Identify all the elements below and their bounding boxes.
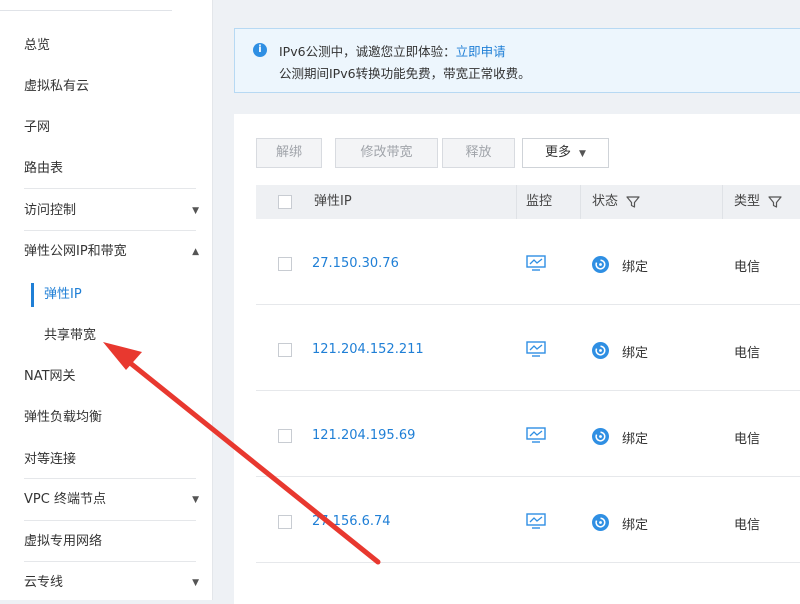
sidebar-divider bbox=[24, 188, 196, 189]
filter-icon[interactable] bbox=[626, 195, 640, 209]
sidebar-divider bbox=[24, 478, 196, 479]
filter-icon[interactable] bbox=[768, 195, 782, 209]
eip-address-link[interactable]: 121.204.152.211 bbox=[312, 342, 424, 357]
notice-line-1: IPv6公测中，诚邀您立即体验：立即申请 bbox=[279, 41, 506, 60]
eip-address-link[interactable]: 121.204.195.69 bbox=[312, 428, 415, 443]
sidebar-item-vpc[interactable]: 虚拟私有云 bbox=[24, 77, 199, 97]
sidebar-item-nat-gateway[interactable]: NAT网关 bbox=[24, 367, 199, 387]
sidebar-item-direct-connect[interactable]: 云专线 ▼ bbox=[24, 573, 199, 593]
table-row: 27.150.30.76 绑定 电信 bbox=[256, 218, 800, 305]
main-content: i IPv6公测中，诚邀您立即体验：立即申请 公测期间IPv6转换功能免费，带宽… bbox=[212, 0, 800, 604]
sidebar-item-label: 虚拟专用网络 bbox=[24, 534, 103, 549]
ipv6-notice-banner: i IPv6公测中，诚邀您立即体验：立即申请 公测期间IPv6转换功能免费，带宽… bbox=[234, 28, 800, 93]
table-header: 弹性IP 监控 状态 类型 bbox=[256, 185, 800, 219]
eip-address-link[interactable]: 27.150.30.76 bbox=[312, 256, 399, 271]
info-icon: i bbox=[253, 43, 267, 57]
sidebar-item-label: 对等连接 bbox=[24, 452, 77, 467]
monitor-icon[interactable] bbox=[526, 255, 546, 272]
status-text: 绑定 bbox=[622, 346, 649, 361]
chevron-down-icon: ▼ bbox=[192, 578, 199, 588]
sidebar-item-label: NAT网关 bbox=[24, 369, 76, 384]
sidebar-divider bbox=[24, 230, 196, 231]
sidebar-item-subnet[interactable]: 子网 bbox=[24, 118, 199, 138]
row-checkbox[interactable] bbox=[278, 257, 292, 271]
sidebar-divider bbox=[24, 520, 196, 521]
sidebar-active-indicator bbox=[31, 283, 34, 307]
sidebar-item-label: 子网 bbox=[24, 120, 51, 135]
header-type-label: 类型 bbox=[734, 194, 761, 209]
status-text: 绑定 bbox=[622, 432, 649, 447]
sidebar-item-access-control[interactable]: 访问控制 ▼ bbox=[24, 201, 199, 221]
release-button[interactable]: 释放 bbox=[442, 138, 515, 168]
sidebar-item-label: 虚拟私有云 bbox=[24, 79, 90, 94]
header-separator bbox=[580, 185, 581, 219]
type-text: 电信 bbox=[734, 260, 761, 275]
monitor-icon[interactable] bbox=[526, 427, 546, 444]
table-row: 121.204.195.69 绑定 电信 bbox=[256, 390, 800, 477]
chevron-up-icon: ▲ bbox=[192, 247, 199, 257]
sidebar-item-label: 云专线 bbox=[24, 575, 64, 590]
modify-bandwidth-button[interactable]: 修改带宽 bbox=[335, 138, 438, 168]
row-checkbox[interactable] bbox=[278, 515, 292, 529]
header-type: 类型 bbox=[734, 185, 782, 219]
bind-status-icon bbox=[592, 342, 609, 359]
eip-list-panel: 解绑 修改带宽 释放 更多 ▼ 弹性IP 监控 状态 类型 27.150.30.7… bbox=[234, 114, 800, 604]
more-dropdown-button[interactable]: 更多 ▼ bbox=[522, 138, 609, 168]
header-status: 状态 bbox=[592, 185, 640, 219]
sidebar-item-vpn[interactable]: 虚拟专用网络 bbox=[24, 532, 199, 552]
table-row: 121.204.152.211 绑定 电信 bbox=[256, 304, 800, 391]
header-status-label: 状态 bbox=[592, 194, 619, 209]
chevron-down-icon: ▼ bbox=[579, 149, 586, 159]
sidebar-item-label: 路由表 bbox=[24, 161, 64, 176]
notice-line-2: 公测期间IPv6转换功能免费，带宽正常收费。 bbox=[279, 66, 531, 81]
eip-address-link[interactable]: 27.156.6.74 bbox=[312, 514, 391, 529]
select-all-checkbox[interactable] bbox=[278, 195, 292, 209]
sidebar-subitem-eip[interactable]: 弹性IP bbox=[44, 285, 82, 305]
sidebar-item-eip-bandwidth[interactable]: 弹性公网IP和带宽 ▲ bbox=[24, 242, 199, 262]
bind-status-icon bbox=[592, 428, 609, 445]
sidebar-divider bbox=[24, 561, 196, 562]
sidebar-top-divider bbox=[0, 10, 172, 11]
row-checkbox[interactable] bbox=[278, 429, 292, 443]
apply-now-link[interactable]: 立即申请 bbox=[456, 44, 506, 59]
bind-status-icon bbox=[592, 514, 609, 531]
header-separator bbox=[516, 185, 517, 219]
type-text: 电信 bbox=[734, 346, 761, 361]
sidebar-item-peering[interactable]: 对等连接 bbox=[24, 450, 199, 470]
unbind-button[interactable]: 解绑 bbox=[256, 138, 322, 168]
header-eip: 弹性IP bbox=[314, 194, 352, 209]
monitor-icon[interactable] bbox=[526, 513, 546, 530]
sidebar-item-route-table[interactable]: 路由表 bbox=[24, 159, 199, 179]
sidebar-item-elb[interactable]: 弹性负载均衡 bbox=[24, 408, 199, 428]
notice-text: IPv6公测中，诚邀您立即体验： bbox=[279, 44, 456, 59]
header-monitor: 监控 bbox=[526, 194, 553, 209]
sidebar-item-overview[interactable]: 总览 bbox=[24, 36, 199, 56]
more-label: 更多 bbox=[545, 145, 572, 160]
status-text: 绑定 bbox=[622, 518, 649, 533]
chevron-down-icon: ▼ bbox=[192, 206, 199, 216]
sidebar-subitem-shared-bandwidth[interactable]: 共享带宽 bbox=[44, 326, 96, 346]
table-row: 27.156.6.74 绑定 电信 bbox=[256, 476, 800, 563]
header-separator bbox=[722, 185, 723, 219]
status-text: 绑定 bbox=[622, 260, 649, 275]
row-checkbox[interactable] bbox=[278, 343, 292, 357]
bind-status-icon bbox=[592, 256, 609, 273]
sidebar-item-label: 弹性负载均衡 bbox=[24, 410, 103, 425]
chevron-down-icon: ▼ bbox=[192, 495, 199, 505]
sidebar-item-vpc-endpoint[interactable]: VPC 终端节点 ▼ bbox=[24, 490, 199, 510]
sidebar-item-label: VPC 终端节点 bbox=[24, 492, 106, 507]
type-text: 电信 bbox=[734, 432, 761, 447]
sidebar: 总览 虚拟私有云 子网 路由表 访问控制 ▼ 弹性公网IP和带宽 ▲ 弹性IP 共享… bbox=[0, 0, 213, 600]
sidebar-item-label: 总览 bbox=[24, 38, 51, 53]
type-text: 电信 bbox=[734, 518, 761, 533]
monitor-icon[interactable] bbox=[526, 341, 546, 358]
sidebar-item-label: 弹性公网IP和带宽 bbox=[24, 244, 127, 259]
sidebar-item-label: 访问控制 bbox=[24, 203, 77, 218]
